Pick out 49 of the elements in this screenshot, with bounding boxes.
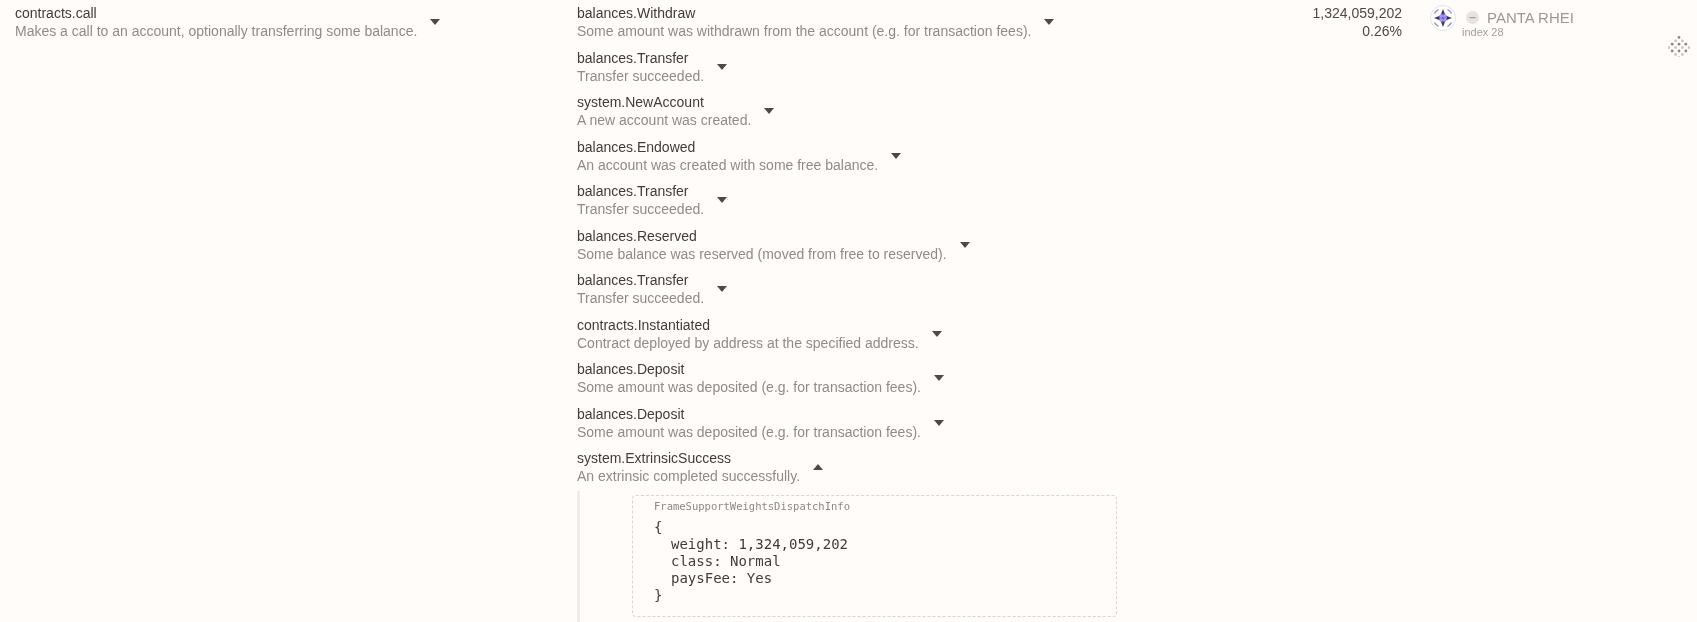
event-name: system.NewAccount bbox=[577, 93, 705, 111]
caret-icon[interactable] bbox=[1044, 19, 1055, 25]
event-description: A new account was created. bbox=[577, 111, 752, 129]
type-label: FrameSupportWeightsDispatchInfo bbox=[654, 499, 851, 513]
caret-icon[interactable] bbox=[813, 464, 824, 470]
weight-share: 0.26% bbox=[1362, 22, 1402, 40]
event-description: An extrinsic completed successfully. bbox=[577, 467, 801, 485]
caret-icon[interactable] bbox=[764, 108, 775, 114]
code-line: class: Normal bbox=[670, 553, 781, 570]
event-name: balances.Transfer bbox=[577, 182, 690, 200]
event-description: Transfer succeeded. bbox=[577, 66, 705, 85]
code-line: { bbox=[654, 519, 663, 536]
event-description: Some amount was deposited (e.g. for transaction fees). bbox=[577, 378, 921, 396]
account-name[interactable]: PANTA RHEI bbox=[1487, 9, 1574, 26]
event-name: balances.Deposit bbox=[577, 360, 686, 378]
code-line: weight: 1,324,059,202 bbox=[670, 536, 848, 553]
event-description: Some balance was reserved (moved from free to reserved). bbox=[577, 244, 947, 263]
account-index: index 28 bbox=[1462, 26, 1504, 38]
code-line: paysFee: Yes bbox=[670, 570, 773, 587]
event-name: balances.Deposit bbox=[577, 404, 686, 423]
event-name: contracts.Instantiated bbox=[577, 315, 712, 334]
caret-icon[interactable] bbox=[717, 197, 728, 203]
call-description: Makes a call to an account, optionally transferring some balance. bbox=[15, 22, 418, 40]
event-description: Some amount was withdrawn from the account (e.g. for transaction fees). bbox=[577, 22, 1032, 40]
event-description: Contract deployed by address at the specified address. bbox=[577, 333, 919, 352]
caret-icon[interactable] bbox=[959, 241, 970, 248]
event-name: system.ExtrinsicSuccess bbox=[577, 449, 733, 467]
event-description: Some amount was deposited (e.g. for transaction fees). bbox=[577, 422, 921, 441]
caret-icon[interactable] bbox=[717, 286, 728, 292]
call-name: contracts.call bbox=[15, 4, 98, 22]
minus-icon bbox=[1466, 11, 1479, 24]
event-description: Transfer succeeded. bbox=[577, 200, 705, 218]
event-name: balances.Reserved bbox=[577, 226, 698, 245]
caret-icon[interactable] bbox=[933, 419, 944, 426]
caret-icon[interactable] bbox=[717, 63, 728, 70]
event-name: balances.Transfer bbox=[577, 271, 690, 289]
event-name: balances.Endowed bbox=[577, 137, 697, 156]
event-name: balances.Withdraw bbox=[577, 4, 697, 22]
weight-value: 1,324,059,202 bbox=[1312, 4, 1402, 22]
code-line: } bbox=[654, 587, 663, 604]
event-description: An account was created with some free balance. bbox=[577, 155, 879, 174]
event-name: balances.Transfer bbox=[577, 48, 690, 67]
caret-icon[interactable] bbox=[931, 330, 942, 337]
caret-icon[interactable] bbox=[430, 19, 441, 25]
account-icon bbox=[1430, 5, 1456, 31]
dotted-diamond-icon[interactable] bbox=[1668, 35, 1690, 57]
caret-icon[interactable] bbox=[891, 152, 902, 159]
caret-icon[interactable] bbox=[933, 375, 944, 381]
event-description: Transfer succeeded. bbox=[577, 289, 705, 307]
